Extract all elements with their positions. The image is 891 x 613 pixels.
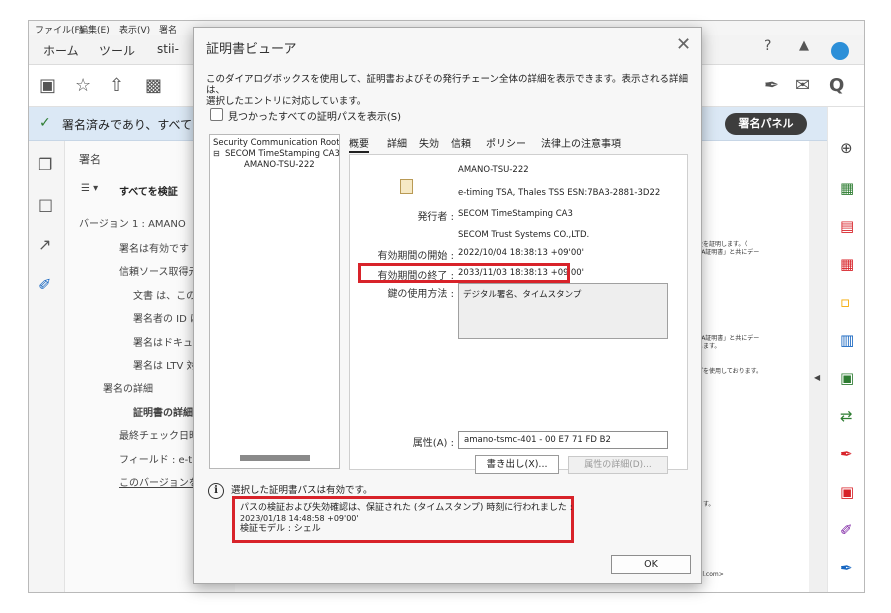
key-usage-box: デジタル署名、タイムスタンプ xyxy=(458,283,668,339)
cert-subject: AMANO-TSU-222 xyxy=(458,165,529,175)
certificate-icon xyxy=(400,179,413,194)
valid-to-highlight xyxy=(358,263,570,283)
tab-details[interactable]: 詳細 xyxy=(387,135,407,150)
attribute-value: amano-tsmc-401 - 00 E7 71 FD B2 xyxy=(464,435,611,445)
edit-pdf-icon[interactable]: ▦ xyxy=(840,255,854,273)
certificate-chain-tree: Security Communication RootC ⊟ SECOM Tim… xyxy=(209,134,340,469)
document-page: 性を証明します。（ CA証明書」と共にデー CA証明書」と共にデー します。 プ… xyxy=(697,161,809,592)
document-status: 文書 は、この xyxy=(133,291,197,302)
key-usage-value: デジタル署名、タイムスタンプ xyxy=(463,290,582,300)
dialog-title: 証明書ビューア xyxy=(206,42,297,57)
tree-item-root[interactable]: Security Communication RootC xyxy=(213,138,339,148)
tab-summary[interactable]: 概要 xyxy=(349,135,369,153)
signature-panel-title: 署名 xyxy=(79,153,101,166)
help-icon[interactable]: ? xyxy=(764,38,771,54)
attribute-details-button[interactable]: 属性の詳細(D)... xyxy=(568,456,668,474)
verification-model: 検証モデル : シェル xyxy=(240,524,321,534)
certificate-details-link[interactable]: 証明書の詳細 xyxy=(133,404,193,419)
tab-document[interactable]: stii- xyxy=(157,42,179,56)
trust-source: 信頼ソース取得元 xyxy=(119,267,199,278)
bell-icon[interactable]: ▲ xyxy=(799,38,809,53)
right-rail: ⊕ ▦ ▤ ▦ ▫ ▥ ▣ ⇄ ✒ ▣ ✐ ✒ xyxy=(827,107,864,592)
description-line: このダイアログボックスを使用して、証明書およびその発行チェーン全体の詳細を表示で… xyxy=(206,74,689,96)
create-pdf-icon[interactable]: ▦ xyxy=(840,179,854,197)
tree-item-intermediate[interactable]: SECOM TimeStamping CA3 xyxy=(225,149,339,159)
attribute-select[interactable]: amano-tsmc-401 - 00 E7 71 FD B2 xyxy=(458,431,668,449)
tab-tools[interactable]: ツール xyxy=(99,42,135,59)
attribute-label: 属性(A) : xyxy=(412,438,454,449)
zoom-icon[interactable]: ⊕ xyxy=(840,139,853,157)
ok-button[interactable]: OK xyxy=(611,555,691,574)
certificate-viewer-dialog: 証明書ビューア ✕ このダイアログボックスを使用して、証明書およびその発行チェー… xyxy=(193,27,702,584)
tree-scrollbar[interactable] xyxy=(240,455,310,461)
scan-icon[interactable]: ▣ xyxy=(840,369,854,387)
protect-icon[interactable]: ▣ xyxy=(840,483,854,501)
pages-icon[interactable]: ❐ xyxy=(38,155,52,174)
share-icon[interactable]: Q xyxy=(829,75,844,96)
dialog-description: このダイアログボックスを使用して、証明書およびその発行チェーン全体の詳細を表示で… xyxy=(206,74,696,107)
request-signature-icon[interactable]: ✐ xyxy=(840,521,853,539)
compare-icon[interactable]: ⇄ xyxy=(840,407,853,425)
signature-panel-button[interactable]: 署名パネル xyxy=(725,113,807,135)
verification-line: パスの検証および失効確認は、保証された (タイムスタンプ) 時刻に行われました … xyxy=(240,503,573,513)
signature-panel-icon[interactable]: ✐ xyxy=(38,275,51,294)
collapse-arrow-icon[interactable]: ◀ xyxy=(814,373,820,382)
verification-time: 2023/01/18 14:48:58 +09'00' xyxy=(240,514,359,523)
verify-all-button[interactable]: すべてを検証 xyxy=(119,183,178,198)
signature-status-text: 署名済みであり、すべて xyxy=(62,118,193,132)
valid-from-value: 2022/10/04 18:38:13 +09'00' xyxy=(458,248,584,258)
show-all-paths-checkbox[interactable] xyxy=(210,108,223,121)
doc-fragment: CA証明書」と共にデー xyxy=(697,249,760,256)
sign-icon[interactable]: ✒ xyxy=(764,75,779,96)
signature-check-icon: ✓ xyxy=(39,115,51,131)
key-usage-label: 鍵の使用方法 : xyxy=(387,289,454,300)
save-icon[interactable]: ▣ xyxy=(39,75,56,96)
tab-policy[interactable]: ポリシー xyxy=(486,135,526,150)
show-all-paths-label[interactable]: 見つかったすべての証明パスを表示(S) xyxy=(228,108,401,123)
print-icon[interactable]: ▩ xyxy=(145,75,162,96)
signature-details[interactable]: 署名の詳細 xyxy=(103,380,153,395)
mail-icon[interactable]: ✉ xyxy=(795,75,810,96)
doc-fragment: プを使用しております。 xyxy=(697,368,763,375)
comment-icon[interactable]: ▫ xyxy=(840,293,850,311)
info-icon: i xyxy=(208,483,224,499)
signature-version[interactable]: バージョン 1 : AMANO xyxy=(79,215,186,230)
signature-ltv: 署名は LTV 対 xyxy=(133,361,197,372)
close-icon[interactable]: ✕ xyxy=(676,34,691,55)
list-icon[interactable]: ☰ ▾ xyxy=(81,183,98,194)
verification-info-box: パスの検証および失効確認は、保証された (タイムスタンプ) 時刻に行われました … xyxy=(232,496,574,543)
valid-from-label: 有効期間の開始 : xyxy=(377,251,454,262)
attachment-icon[interactable]: ↗ xyxy=(38,235,51,254)
issuer-label: 発行者 : xyxy=(417,212,454,223)
signature-valid: 署名は有効です : xyxy=(119,244,196,255)
dialog-tabs: 概要 詳細 失効 信頼 ポリシー 法律上の注意事項 xyxy=(349,135,689,153)
document-scroll-strip[interactable]: ◀ xyxy=(809,141,827,592)
export-pdf-icon[interactable]: ▥ xyxy=(840,331,854,349)
star-icon[interactable]: ☆ xyxy=(75,75,91,96)
tab-legal-notice[interactable]: 法律上の注意事項 xyxy=(541,135,621,150)
fill-sign-icon[interactable]: ✒ xyxy=(840,445,853,463)
path-valid-message: 選択した証明書パスは有効です。 xyxy=(231,485,373,496)
issuer-value-2: SECOM Trust Systems CO.,LTD. xyxy=(458,230,590,240)
upload-icon[interactable]: ⇧ xyxy=(109,75,124,96)
issuer-value-1: SECOM TimeStamping CA3 xyxy=(458,209,573,219)
cert-subject-detail: e-timing TSA, Thales TSS ESN:7BA3-2881-3… xyxy=(458,188,661,198)
summary-panel: AMANO-TSU-222 e-timing TSA, Thales TSS E… xyxy=(349,154,688,474)
tree-collapse-icon[interactable]: ⊟ xyxy=(213,149,220,158)
certificates-icon[interactable]: ✒ xyxy=(840,559,853,577)
tab-revocation[interactable]: 失効 xyxy=(419,135,439,150)
left-rail: ❐ □ ↗ ✐ xyxy=(29,141,65,592)
tab-home[interactable]: ホーム xyxy=(43,42,79,59)
tree-item-leaf[interactable]: AMANO-TSU-222 xyxy=(244,160,315,170)
organize-icon[interactable]: ▤ xyxy=(840,217,854,235)
tab-trust[interactable]: 信頼 xyxy=(451,135,471,150)
signer-id: 署名者の ID は xyxy=(133,314,201,325)
description-line: 選択したエントリに対応しています。 xyxy=(206,96,367,107)
avatar[interactable] xyxy=(831,42,849,60)
export-button[interactable]: 書き出し(X)... xyxy=(475,455,559,474)
last-checked: 最終チェック日時 xyxy=(119,431,199,442)
bookmark-icon[interactable]: □ xyxy=(38,195,53,214)
